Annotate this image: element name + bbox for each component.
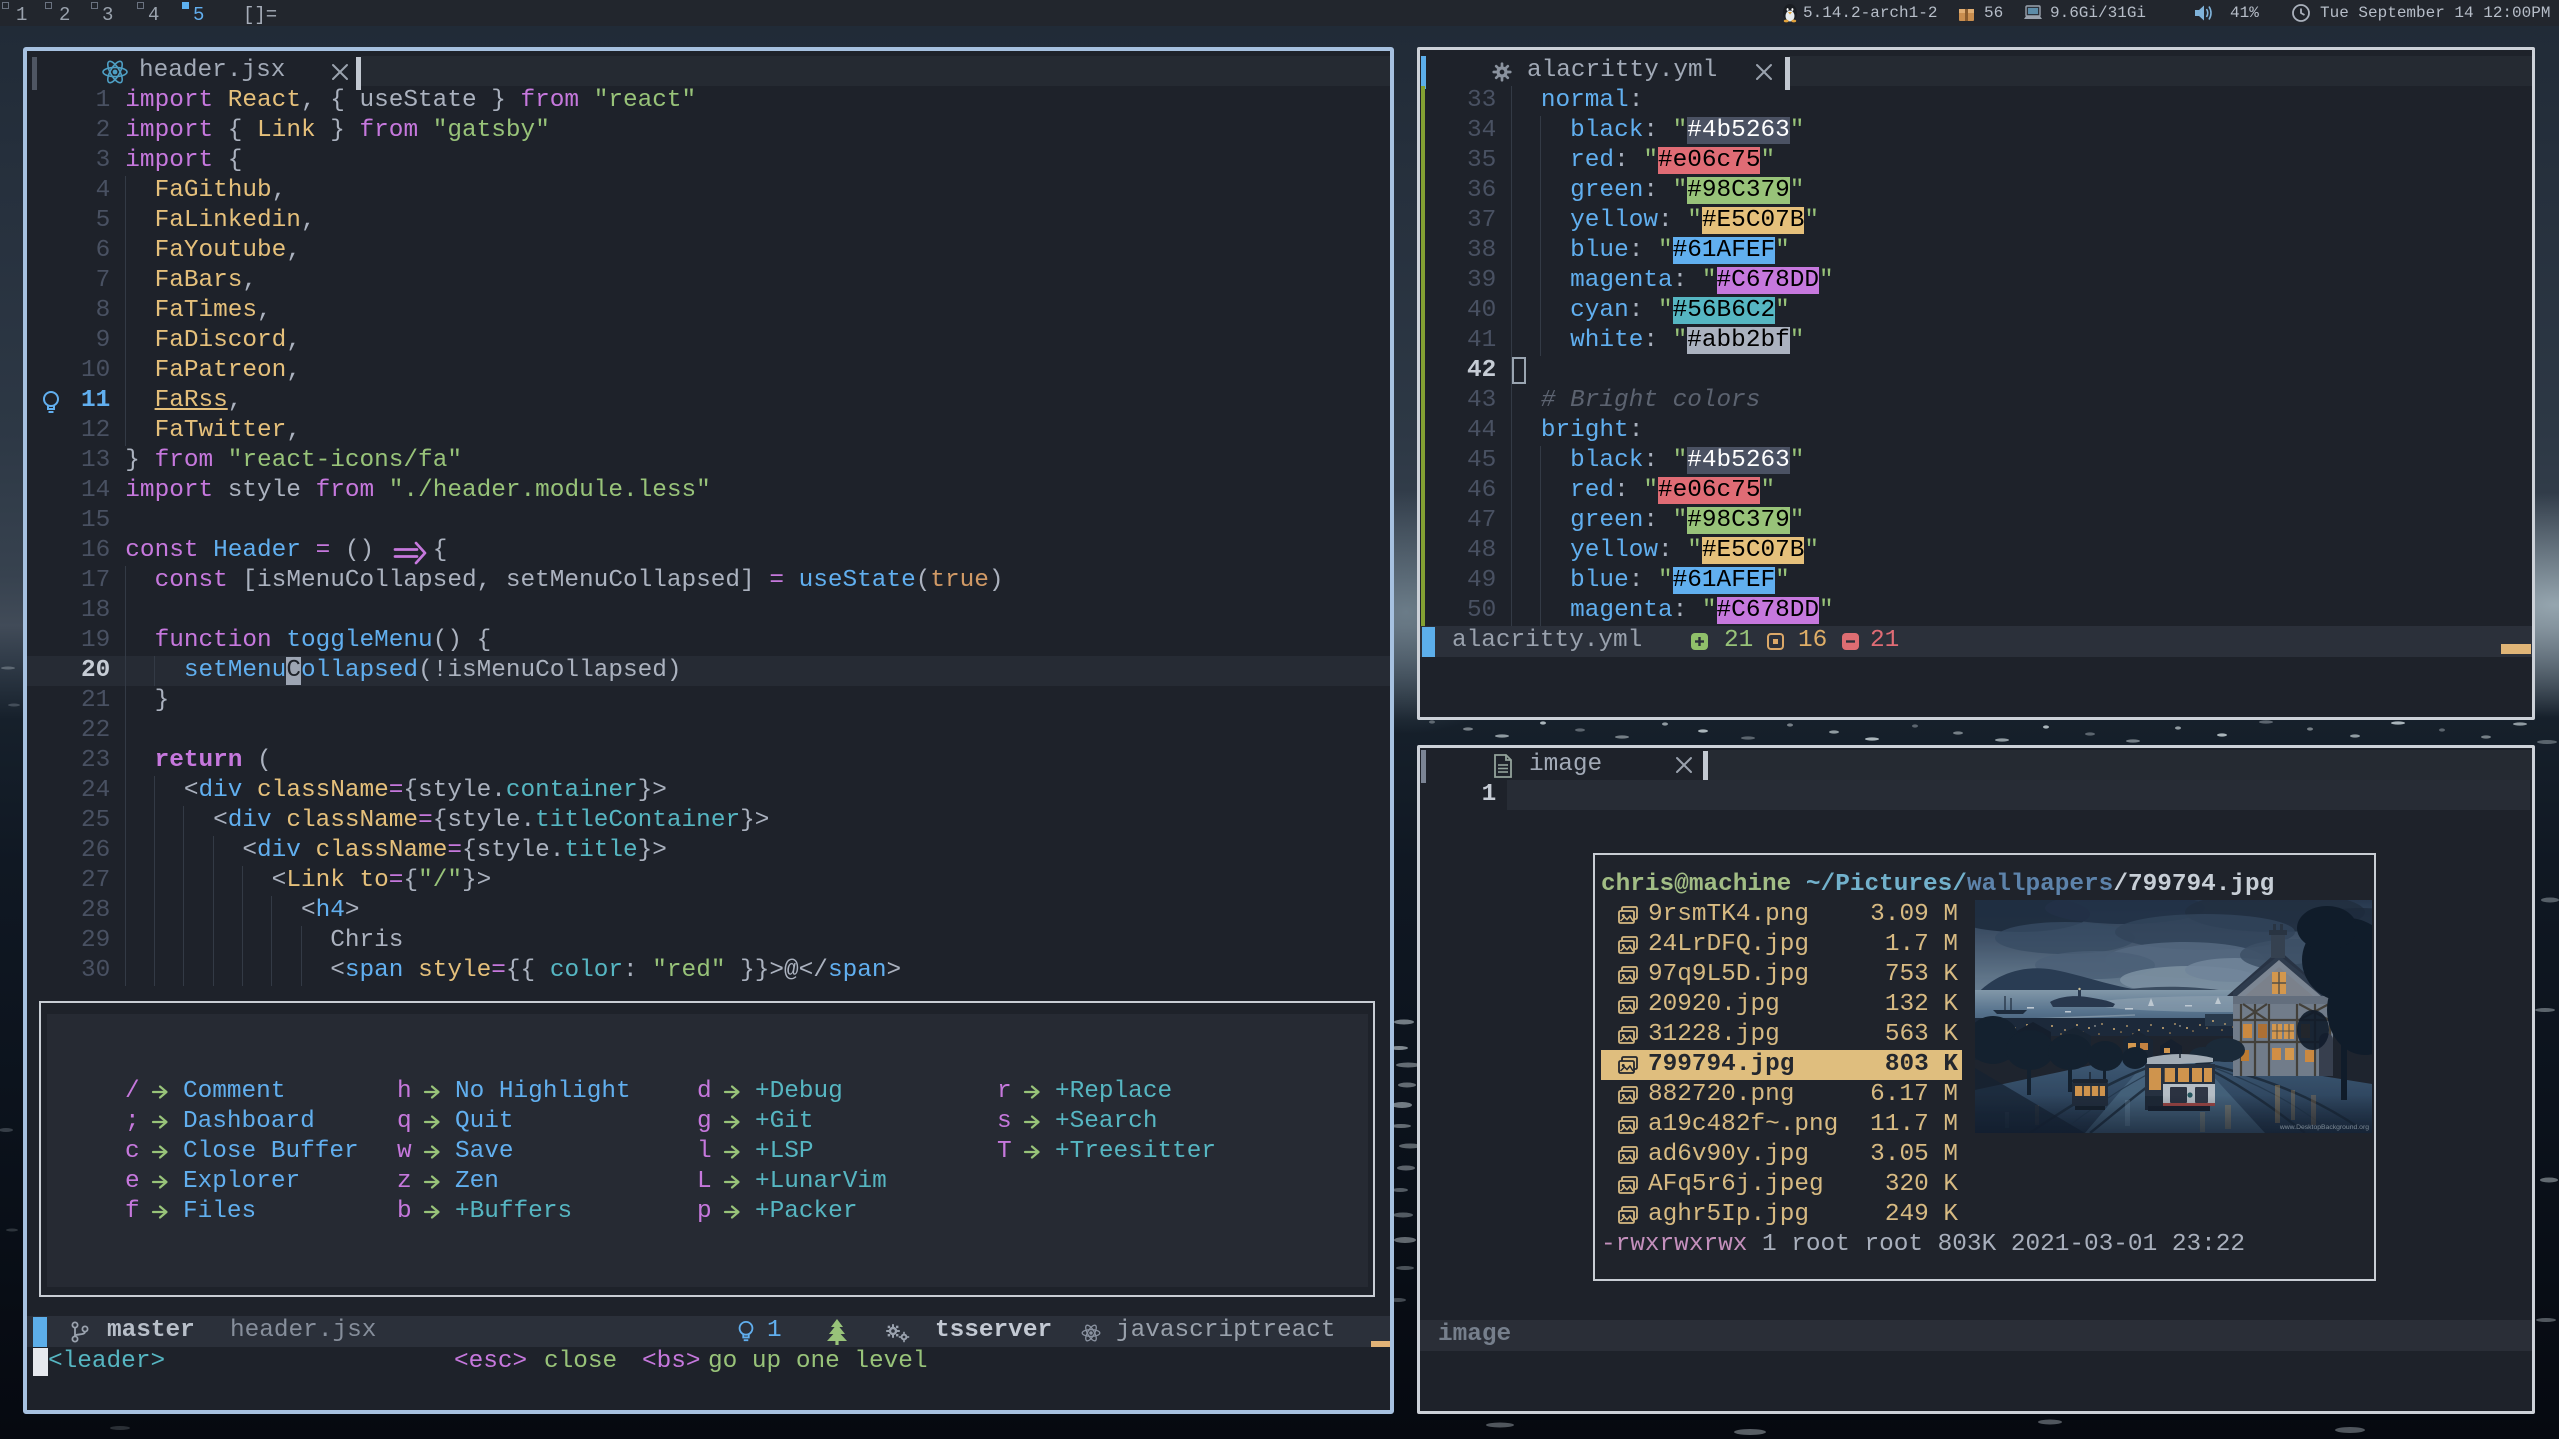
svg-text:www.DesktopBackground.org: www.DesktopBackground.org: [2279, 1124, 2369, 1131]
